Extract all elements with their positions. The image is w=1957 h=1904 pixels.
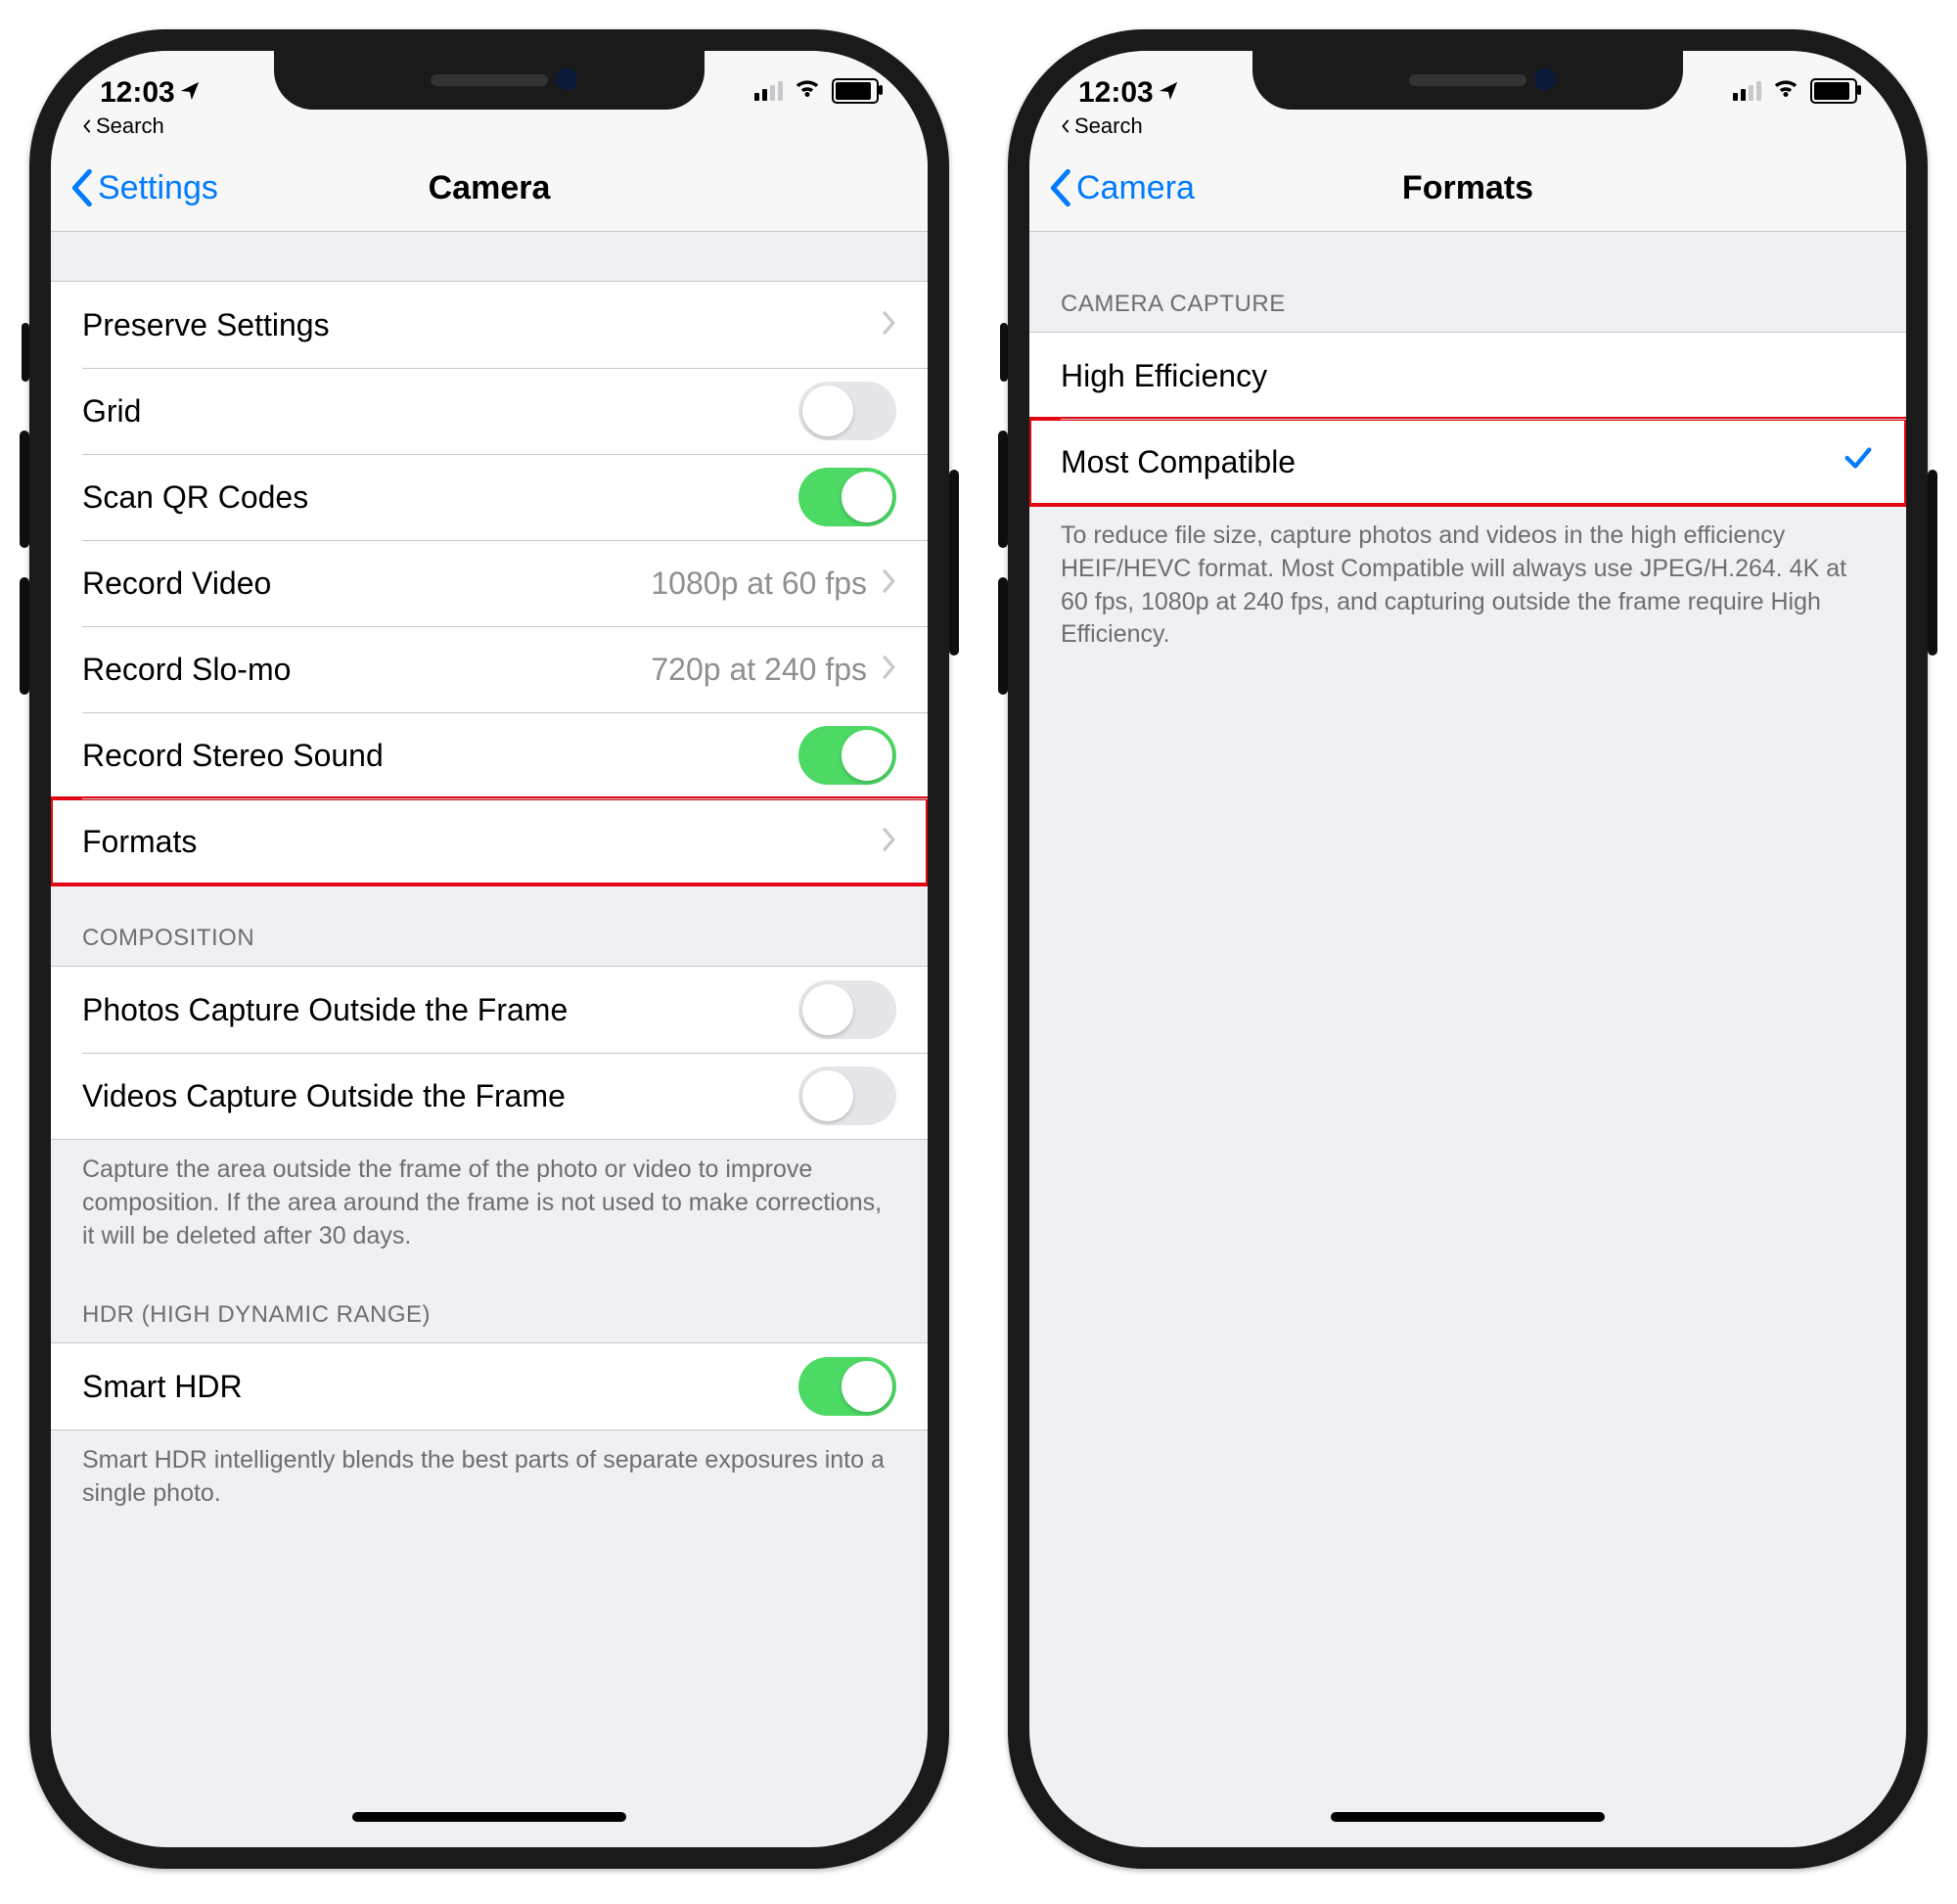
battery-icon (832, 78, 879, 104)
label: Record Slo-mo (82, 652, 651, 688)
location-icon (179, 76, 201, 110)
power-button (949, 470, 959, 656)
stereo-toggle[interactable] (798, 726, 896, 785)
label: Formats (82, 824, 881, 860)
camera-main-group: Preserve Settings Grid Scan QR Codes Rec… (51, 281, 928, 885)
home-indicator[interactable] (352, 1812, 626, 1822)
settings-content[interactable]: Preserve Settings Grid Scan QR Codes Rec… (51, 232, 928, 1821)
back-label: Camera (1076, 169, 1195, 207)
header-composition: Composition (51, 885, 928, 966)
mute-switch (22, 323, 29, 382)
label: Preserve Settings (82, 307, 881, 343)
status-time: 12:03 (1078, 76, 1154, 110)
hdr-group: Smart HDR (51, 1342, 928, 1430)
volume-up-button (20, 431, 29, 548)
volume-down-button (998, 577, 1008, 695)
videos-outside-toggle[interactable] (798, 1066, 896, 1125)
row-stereo-sound[interactable]: Record Stereo Sound (51, 712, 928, 798)
row-preserve-settings[interactable]: Preserve Settings (51, 282, 928, 368)
volume-down-button (20, 577, 29, 695)
battery-icon (1810, 78, 1857, 104)
header-camera-capture: Camera Capture (1029, 232, 1906, 332)
row-smart-hdr[interactable]: Smart HDR (51, 1343, 928, 1429)
label: Photos Capture Outside the Frame (82, 992, 798, 1028)
back-label: Settings (98, 169, 218, 207)
wifi-icon (1771, 72, 1800, 110)
chevron-right-icon (881, 824, 896, 860)
breadcrumb-search[interactable]: Search (51, 112, 928, 145)
detail: 720p at 240 fps (651, 652, 867, 688)
composition-group: Photos Capture Outside the Frame Videos … (51, 966, 928, 1140)
home-indicator[interactable] (1331, 1812, 1605, 1822)
notch (274, 51, 705, 110)
row-formats[interactable]: Formats (51, 798, 928, 884)
row-record-slomo[interactable]: Record Slo-mo 720p at 240 fps (51, 626, 928, 712)
wifi-icon (793, 72, 822, 110)
page-title: Formats (1402, 169, 1533, 207)
row-photos-outside-frame[interactable]: Photos Capture Outside the Frame (51, 967, 928, 1053)
photos-outside-toggle[interactable] (798, 980, 896, 1039)
chevron-right-icon (881, 307, 896, 343)
power-button (1928, 470, 1937, 656)
back-button[interactable]: Settings (68, 168, 218, 207)
volume-up-button (998, 431, 1008, 548)
footer-composition: Capture the area outside the frame of th… (51, 1140, 928, 1262)
label: Most Compatible (1061, 444, 1842, 480)
row-grid[interactable]: Grid (51, 368, 928, 454)
scan-qr-toggle[interactable] (798, 468, 896, 526)
cellular-icon (1733, 81, 1761, 101)
chevron-right-icon (881, 652, 896, 688)
row-scan-qr[interactable]: Scan QR Codes (51, 454, 928, 540)
label: Grid (82, 393, 798, 430)
header-hdr: HDR (High Dynamic Range) (51, 1262, 928, 1342)
back-button[interactable]: Camera (1047, 168, 1195, 207)
chevron-right-icon (881, 566, 896, 602)
notch (1252, 51, 1683, 110)
breadcrumb-label: Search (1074, 113, 1143, 139)
cellular-icon (754, 81, 783, 101)
grid-toggle[interactable] (798, 382, 896, 440)
footer-hdr: Smart HDR intelligently blends the best … (51, 1430, 928, 1520)
phone-camera-settings: 12:03 Search Settings (29, 29, 949, 1869)
breadcrumb-label: Search (96, 113, 164, 139)
capture-group: High Efficiency Most Compatible (1029, 332, 1906, 506)
label: Record Stereo Sound (82, 738, 798, 774)
detail: 1080p at 60 fps (651, 566, 867, 602)
label: High Efficiency (1061, 358, 1875, 394)
navbar: Camera Formats (1029, 145, 1906, 232)
mute-switch (1000, 323, 1008, 382)
label: Record Video (82, 566, 651, 602)
row-record-video[interactable]: Record Video 1080p at 60 fps (51, 540, 928, 626)
smart-hdr-toggle[interactable] (798, 1357, 896, 1416)
formats-content[interactable]: Camera Capture High Efficiency Most Comp… (1029, 232, 1906, 1821)
row-most-compatible[interactable]: Most Compatible (1029, 419, 1906, 505)
status-time: 12:03 (100, 76, 175, 110)
location-icon (1158, 76, 1179, 110)
label: Scan QR Codes (82, 479, 798, 516)
breadcrumb-search[interactable]: Search (1029, 112, 1906, 145)
label: Videos Capture Outside the Frame (82, 1078, 798, 1114)
row-high-efficiency[interactable]: High Efficiency (1029, 333, 1906, 419)
checkmark-icon (1842, 441, 1875, 482)
phone-formats: 12:03 Search Camera Formats (1008, 29, 1928, 1869)
page-title: Camera (429, 169, 551, 207)
label: Smart HDR (82, 1369, 798, 1405)
row-videos-outside-frame[interactable]: Videos Capture Outside the Frame (51, 1053, 928, 1139)
navbar: Settings Camera (51, 145, 928, 232)
footer-formats: To reduce file size, capture photos and … (1029, 506, 1906, 661)
